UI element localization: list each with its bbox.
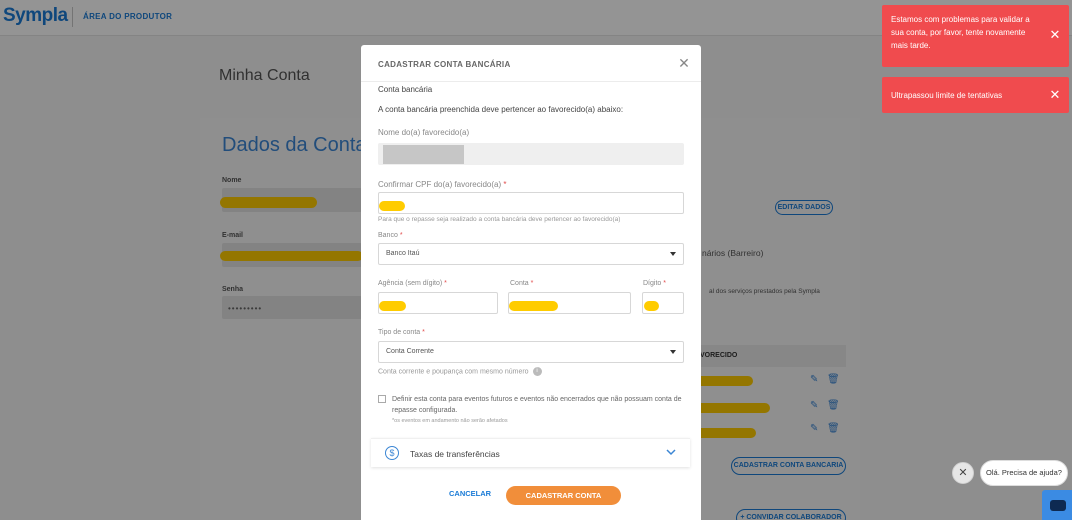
modal-divider xyxy=(361,81,701,82)
chevron-down-icon xyxy=(670,350,676,354)
agency-label: Agência (sem dígito) * xyxy=(378,280,447,287)
toast-message: Ultrapassou limite de tentativas xyxy=(891,91,1003,100)
account-type-value: Conta Corrente xyxy=(386,348,434,355)
redacted-cpf xyxy=(379,201,405,211)
default-account-text: Definir esta conta para eventos futuros … xyxy=(392,396,682,414)
cpf-hint: Para que o repasse seja realizado a cont… xyxy=(378,216,621,223)
bank-select-value: Banco Itaú xyxy=(386,250,420,257)
chat-launcher-button[interactable] xyxy=(1042,490,1072,520)
bank-section-title: Conta bancária xyxy=(378,85,433,94)
beneficiary-name-masked xyxy=(383,145,464,164)
redacted-digit xyxy=(644,301,659,311)
default-account-note: *os eventos em andamento não serão afeta… xyxy=(392,418,508,424)
cpf-label: Confirmar CPF do(a) favorecido(a) * xyxy=(378,180,507,189)
chevron-down-icon[interactable] xyxy=(666,447,676,457)
beneficiary-label: Nome do(a) favorecido(a) xyxy=(378,128,470,137)
account-label: Conta * xyxy=(510,280,534,287)
transfer-fees-accordion[interactable]: $ Taxas de transferências xyxy=(371,438,690,467)
close-icon[interactable]: ✕ xyxy=(1049,88,1061,101)
close-icon[interactable]: ✕ xyxy=(1049,28,1061,41)
digit-label: Dígito * xyxy=(643,280,666,287)
account-type-label: Tipo de conta * xyxy=(378,329,425,336)
toast-message: Estamos com problemas para validar a sua… xyxy=(891,15,1030,50)
redacted-agency xyxy=(379,301,406,311)
account-type-select[interactable]: Conta Corrente xyxy=(378,341,684,363)
chevron-down-icon xyxy=(670,252,676,256)
bank-account-modal: CADASTRAR CONTA BANCÁRIA ✕ Conta bancári… xyxy=(361,45,701,520)
close-icon[interactable]: ✕ xyxy=(677,56,691,70)
chat-close-icon[interactable]: ✕ xyxy=(952,462,974,484)
cancel-button[interactable]: CANCELAR xyxy=(449,489,491,501)
chat-icon xyxy=(1050,500,1066,511)
submit-bank-account-button[interactable]: CADASTRAR CONTA BANCÁRIA xyxy=(506,486,621,519)
bank-select[interactable]: Banco Itaú xyxy=(378,243,684,265)
bank-label: Banco * xyxy=(378,232,403,239)
redacted-account xyxy=(509,301,558,311)
transfer-fees-label: Taxas de transferências xyxy=(410,449,500,459)
modal-title: CADASTRAR CONTA BANCÁRIA xyxy=(378,60,511,69)
dollar-circle-icon: $ xyxy=(385,446,399,460)
account-type-hint: Conta corrente e poupança com mesmo núme… xyxy=(378,367,542,376)
default-account-checkbox[interactable] xyxy=(378,395,386,403)
intro-text: A conta bancária preenchida deve pertenc… xyxy=(378,105,624,114)
cpf-input[interactable] xyxy=(378,192,684,214)
info-icon[interactable]: i xyxy=(532,367,542,376)
toast-attempts-error: Ultrapassou limite de tentativas ✕ xyxy=(882,77,1069,113)
chat-help-prompt[interactable]: Olá. Precisa de ajuda? xyxy=(980,460,1068,486)
toast-validation-error: Estamos com problemas para validar a sua… xyxy=(882,5,1069,67)
